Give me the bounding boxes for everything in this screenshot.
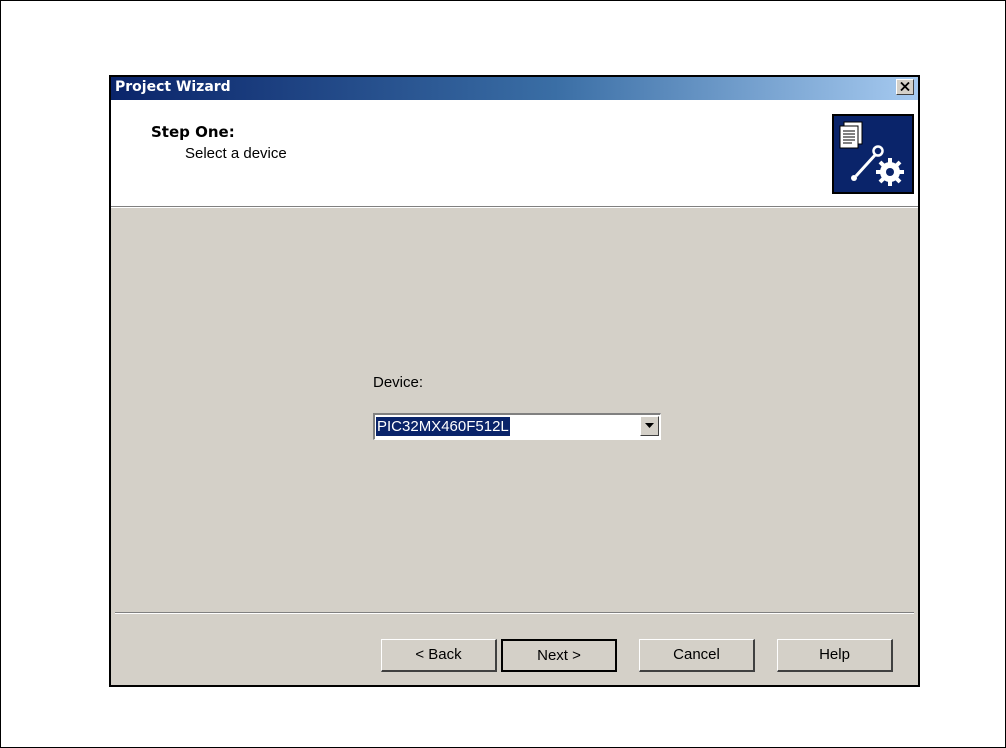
help-button[interactable]: Help [777,639,893,672]
step-subtitle: Select a device [185,145,287,162]
back-button[interactable]: < Back [381,639,497,672]
chevron-down-icon [645,423,654,428]
next-button[interactable]: Next > [501,639,617,672]
footer-divider-highlight [115,613,914,614]
header-divider [111,207,918,208]
wizard-header: Step One: Select a device [111,100,918,207]
document-frame: Project Wizard Step One: Select a device [0,0,1006,748]
device-label: Device: [373,374,424,391]
window-title: Project Wizard [115,79,231,95]
close-icon [900,82,910,91]
dropdown-button[interactable] [640,416,659,436]
wizard-icon [832,114,914,194]
device-selected-value[interactable]: PIC32MX460F512L [376,417,510,436]
device-dropdown[interactable]: PIC32MX460F512L [373,413,661,440]
close-button[interactable] [896,79,914,95]
title-bar[interactable]: Project Wizard [111,77,918,100]
project-wizard-dialog: Project Wizard Step One: Select a device [109,75,920,687]
step-title: Step One: [151,123,235,141]
cancel-button[interactable]: Cancel [639,639,755,672]
